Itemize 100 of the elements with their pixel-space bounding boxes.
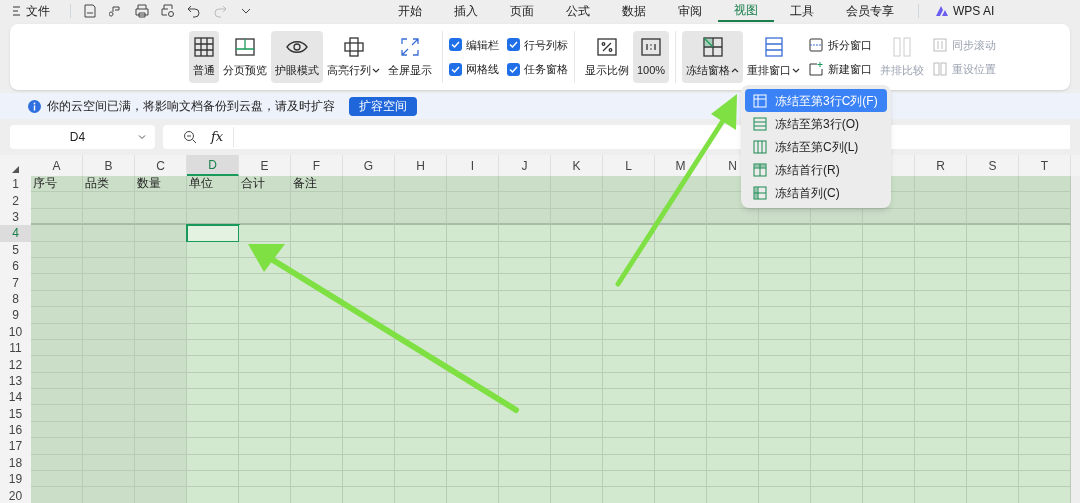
table-cell xyxy=(967,389,1019,406)
check-icon xyxy=(451,64,460,74)
table-cell xyxy=(499,176,551,193)
menu-item[interactable]: 冻结至第3行C列(F) xyxy=(745,89,887,112)
table-cell xyxy=(603,471,655,488)
table-cell xyxy=(655,307,707,324)
ribbon-tab[interactable]: 开始 xyxy=(382,0,438,22)
table-cell xyxy=(291,307,343,324)
freeze-panes-icon xyxy=(701,35,724,58)
file-menu[interactable]: 文件 xyxy=(26,2,50,20)
view-mode-button[interactable]: 分页预览 xyxy=(219,31,271,83)
table-cell xyxy=(655,225,707,242)
checkbox-label: 网格线 xyxy=(466,62,499,77)
row-header[interactable]: 9 xyxy=(0,307,31,324)
table-cell xyxy=(1019,487,1071,503)
table-cell xyxy=(759,356,811,373)
table-cell xyxy=(447,471,499,488)
select-all-icon[interactable] xyxy=(12,166,19,173)
freeze-row-icon xyxy=(753,162,767,177)
table-cell xyxy=(187,487,239,503)
table-cell xyxy=(343,405,395,422)
checkbox[interactable] xyxy=(449,62,462,76)
ribbon-tab[interactable]: 审阅 xyxy=(662,0,718,22)
row-header[interactable]: 1 xyxy=(0,176,31,193)
table-cell xyxy=(187,356,239,373)
checkbox[interactable] xyxy=(507,62,520,76)
table-cell xyxy=(863,438,915,455)
print-icon[interactable] xyxy=(135,4,149,18)
table-cell xyxy=(135,438,187,455)
stacked-windows-icon xyxy=(762,35,785,58)
table-cell xyxy=(31,356,83,373)
row-header[interactable]: 7 xyxy=(0,274,31,291)
print-preview-icon[interactable] xyxy=(161,4,175,18)
table-cell xyxy=(603,307,655,324)
expand-storage-button[interactable]: 扩容空间 xyxy=(349,96,417,116)
window-option-button[interactable]: 新建窗口 xyxy=(808,61,873,78)
row-header[interactable]: 15 xyxy=(0,405,31,422)
ribbon-tab[interactable]: 公式 xyxy=(550,0,606,22)
ribbon-tab[interactable]: 工具 xyxy=(774,0,830,22)
zoom-button[interactable]: 100% xyxy=(633,31,670,83)
ai-button[interactable]: WPS AI xyxy=(927,2,1003,20)
view-mode-button[interactable]: 普通 xyxy=(189,31,219,83)
table-cell xyxy=(447,487,499,503)
window-button[interactable]: 冻结窗格 xyxy=(682,31,744,83)
table-cell xyxy=(811,389,863,406)
row-header[interactable]: 19 xyxy=(0,471,31,488)
ribbon-tab[interactable]: 页面 xyxy=(494,0,550,22)
ribbon-tab[interactable]: 视图 xyxy=(718,0,774,22)
table-cell xyxy=(135,471,187,488)
table-cell xyxy=(603,405,655,422)
row-header[interactable]: 4 xyxy=(0,225,31,242)
checkbox[interactable] xyxy=(507,38,520,52)
column-header[interactable]: D xyxy=(187,155,239,176)
table-cell xyxy=(31,274,83,291)
checkbox-label: 任务窗格 xyxy=(524,62,568,77)
table-cell xyxy=(135,487,187,503)
menu-item[interactable]: 冻结首列(C) xyxy=(745,181,887,204)
table-cell xyxy=(655,487,707,503)
crosshair-icon xyxy=(342,35,365,58)
row-header[interactable]: 20 xyxy=(0,487,31,503)
ribbon-tab[interactable]: 会员专享 xyxy=(830,0,910,22)
table-cell xyxy=(1019,389,1071,406)
view-mode-button[interactable]: 护眼模式 xyxy=(271,31,323,83)
table-cell xyxy=(187,471,239,488)
row-header[interactable]: 12 xyxy=(0,356,31,373)
function-label[interactable]: fx xyxy=(211,127,235,147)
undo-icon[interactable] xyxy=(187,4,201,18)
table-cell xyxy=(291,225,343,242)
ribbon-tab[interactable]: 插入 xyxy=(438,0,494,22)
table-cell xyxy=(499,438,551,455)
row-header[interactable]: 17 xyxy=(0,438,31,455)
table-cell xyxy=(447,307,499,324)
zoom-button[interactable]: 显示比例 xyxy=(581,31,633,83)
fullscreen-icon xyxy=(399,35,421,58)
save-icon[interactable] xyxy=(83,4,97,18)
table-cell xyxy=(499,307,551,324)
window-option-button[interactable]: 拆分窗口 xyxy=(808,36,873,53)
view-mode-button[interactable]: 高亮行列 xyxy=(323,31,384,83)
table-cell xyxy=(551,438,603,455)
check-icon xyxy=(509,64,518,74)
checkbox[interactable] xyxy=(449,38,462,52)
table-cell xyxy=(447,438,499,455)
table-cell xyxy=(239,389,291,406)
row-header[interactable]: 14 xyxy=(0,389,31,406)
ribbon-tab[interactable]: 数据 xyxy=(606,0,662,22)
table-cell xyxy=(1019,438,1071,455)
table-cell xyxy=(499,487,551,503)
share-icon[interactable] xyxy=(109,4,123,18)
window-button[interactable]: 重排窗口 xyxy=(743,31,805,83)
name-box[interactable]: D4 xyxy=(10,125,155,149)
table-cell xyxy=(187,389,239,406)
menu-icon[interactable] xyxy=(12,6,22,16)
table-cell xyxy=(551,405,603,422)
table-cell xyxy=(915,307,967,324)
table-cell xyxy=(343,225,395,242)
table-cell: 备注 xyxy=(291,176,343,193)
view-mode-button[interactable]: 全屏显示 xyxy=(384,31,436,83)
table-cell xyxy=(863,405,915,422)
table-cell xyxy=(239,487,291,503)
row-header[interactable]: 2 xyxy=(0,192,31,209)
